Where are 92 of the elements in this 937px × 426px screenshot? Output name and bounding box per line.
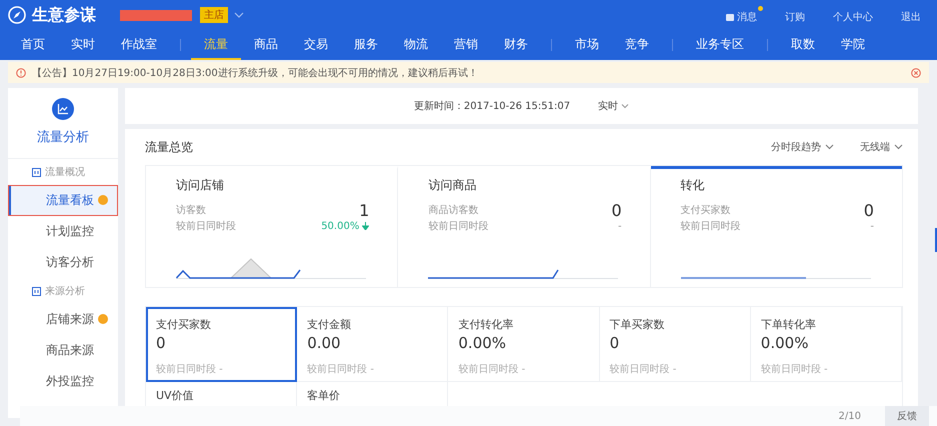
redaction-mark: [120, 10, 192, 20]
caret-icon: [621, 103, 630, 109]
header-link[interactable]: 订购: [785, 6, 811, 24]
metric-value: 0.00%: [458, 334, 508, 352]
shop-badge: 主店: [200, 7, 228, 23]
metric-label: 客单价: [307, 388, 342, 403]
metric-value: 1: [359, 200, 370, 220]
sidebar-item[interactable]: 店铺来源: [8, 304, 118, 335]
notice-text: 【公告】10月27日19:00-10月28日3:00进行系统升级，可能会出现不可用的情况，建议稍后再试！: [32, 66, 479, 80]
metric-label: 下单买家数: [610, 317, 666, 332]
compare-label: 较前日同时段 -: [760, 362, 829, 376]
section-heading: 来源分析: [45, 284, 85, 298]
header-link[interactable]: 个人中心: [833, 6, 879, 24]
panel-title: 流量总览: [145, 138, 194, 156]
close-icon[interactable]: [911, 68, 921, 78]
header-link[interactable]: 退出: [901, 6, 927, 24]
nav-tab[interactable]: 学院: [828, 30, 878, 60]
metric-value: 0: [611, 200, 622, 220]
nav-tab[interactable]: 交易: [291, 30, 341, 60]
card-title: 转化: [680, 177, 706, 194]
update-time: 更新时间：2017-10-26 15:51:07: [414, 100, 570, 113]
compare-label: 较前日同时段: [680, 220, 741, 233]
nav-tab[interactable]: 实时: [58, 30, 108, 60]
compare-label: 较前日同时段 -: [458, 362, 526, 376]
compare-label: 较前日同时段 -: [610, 362, 678, 376]
card-title: 访问店铺: [176, 177, 225, 194]
metric-value: 0.00: [307, 334, 342, 352]
warning-icon: [16, 68, 26, 78]
nav-tab[interactable]: 市场: [562, 30, 612, 60]
nav-tab[interactable]: 首页: [8, 30, 58, 60]
metric-label: 支付买家数: [680, 204, 731, 217]
nav-tab[interactable]: 竞争: [612, 30, 662, 60]
compass-logo-icon: [8, 6, 26, 24]
compare-label: 较前日同时段 -: [156, 362, 224, 376]
sidebar-title: 流量分析: [37, 129, 89, 146]
metric-label: 支付金额: [307, 317, 352, 332]
section-heading: 流量概况: [45, 166, 85, 179]
metric-tile[interactable]: 客单价: [297, 382, 448, 406]
metric-label: 商品访客数: [428, 204, 478, 217]
metric-label: 访客数: [176, 204, 206, 217]
metric-tile[interactable]: 支付转化率 0.00% 较前日同时段 -: [448, 307, 600, 382]
metric-tile[interactable]: 支付金额 0.00 较前日同时段 -: [297, 307, 448, 382]
caret-icon: [825, 144, 834, 150]
nav-tab[interactable]: 业务专区: [683, 30, 757, 60]
metric-tile[interactable]: 下单转化率 0.00% 较前日同时段 -: [750, 307, 902, 382]
metric-tile[interactable]: UV价值: [146, 382, 298, 406]
sidebar-item[interactable]: 流量看板: [8, 185, 118, 216]
metric-label: 下单转化率: [760, 317, 817, 332]
metric-value: 0.00%: [760, 334, 810, 352]
metric-value: 0: [864, 200, 874, 220]
filter-dropdown[interactable]: 无线端: [860, 140, 903, 154]
mode-dropdown[interactable]: 实时: [598, 99, 630, 113]
overview-card[interactable]: 转化 支付买家数 0 较前日同时段 -: [650, 166, 902, 287]
overview-card[interactable]: 访问商品 商品访客数 0 较前日同时段 -: [398, 166, 651, 287]
card-title: 访问商品: [428, 177, 478, 194]
nav-tab[interactable]: 营销: [441, 30, 491, 60]
compare-label: 较前日同时段 -: [307, 362, 375, 376]
caret-icon: [894, 144, 903, 150]
building-icon: [32, 168, 41, 176]
change-value: -: [618, 220, 622, 232]
compare-label: 较前日同时段: [428, 220, 488, 233]
metric-value: 0: [156, 334, 167, 352]
compare-label: 较前日同时段: [176, 220, 236, 233]
feedback-button[interactable]: 反馈: [885, 406, 929, 426]
app-title: 生意参谋: [32, 4, 96, 26]
metric-label: UV价值: [156, 388, 195, 403]
nav-tab[interactable]: 取数: [778, 30, 828, 60]
page-counter: 2/10: [838, 410, 861, 422]
change-value: 50.00%: [321, 220, 360, 232]
metric-label: 支付转化率: [458, 317, 514, 332]
sidebar-item[interactable]: 商品来源: [8, 335, 118, 366]
nav-tab[interactable]: 财务: [491, 30, 541, 60]
mail-icon: [726, 14, 734, 20]
sidebar-item[interactable]: 外投监控: [8, 366, 118, 397]
chart-icon: [52, 98, 74, 120]
messages-link[interactable]: 消息: [726, 6, 763, 24]
nav-tab[interactable]: 作战室: [108, 30, 170, 60]
caret-icon[interactable]: [234, 11, 244, 19]
change-value: -: [870, 220, 874, 232]
filter-dropdown[interactable]: 分时段趋势: [771, 140, 834, 154]
metric-tile[interactable]: 支付买家数 0 较前日同时段 -: [146, 307, 298, 382]
sidebar-item[interactable]: 计划监控: [8, 216, 118, 247]
nav-tab[interactable]: 物流: [391, 30, 441, 60]
metric-label: 支付买家数: [156, 317, 212, 332]
metric-value: 0: [610, 334, 620, 352]
nav-tab[interactable]: 商品: [241, 30, 291, 60]
metric-tile[interactable]: 下单买家数 0 较前日同时段 -: [600, 307, 751, 382]
overview-card[interactable]: 访问店铺 访客数 1 较前日同时段 50.00%: [146, 166, 398, 287]
nav-tab[interactable]: 流量: [191, 30, 241, 60]
sidebar-item[interactable]: 访客分析: [8, 247, 118, 278]
nav-tab[interactable]: 服务: [341, 30, 391, 60]
building-icon: [32, 286, 41, 296]
